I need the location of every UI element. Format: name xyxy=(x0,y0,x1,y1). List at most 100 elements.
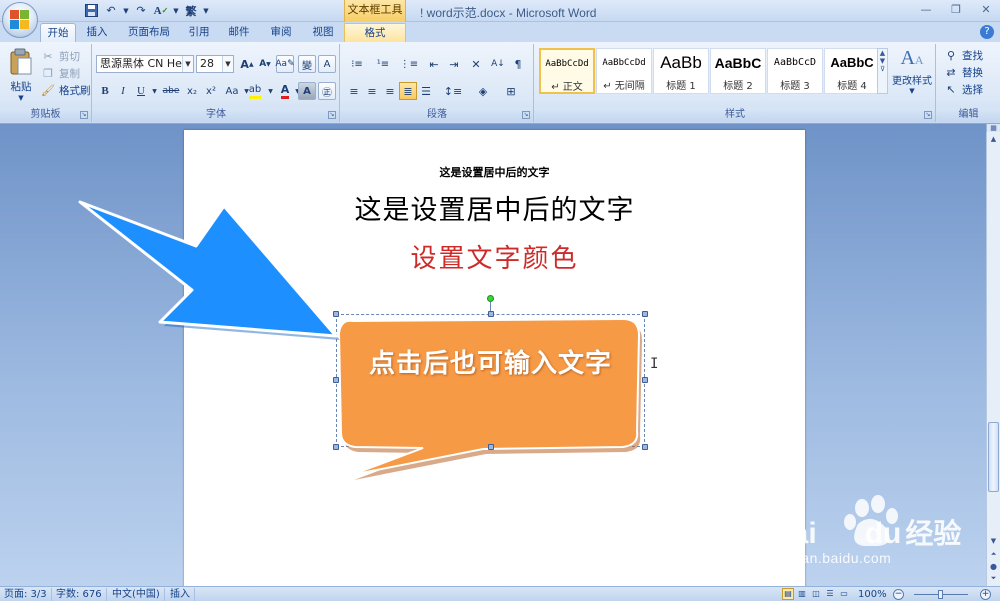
multilevel-list-button[interactable]: ⋮≡ xyxy=(397,55,421,73)
character-shading-button[interactable]: A xyxy=(298,82,316,100)
full-screen-reading-icon[interactable]: ▥ xyxy=(796,588,808,600)
style-heading-4[interactable]: AaBbC 标题 4 xyxy=(824,48,880,94)
dialog-launcher-icon[interactable]: ↘ xyxy=(924,111,932,119)
tab-insert[interactable]: 插入 xyxy=(80,23,114,42)
tab-page-layout[interactable]: 页面布局 xyxy=(122,23,176,42)
replace-button[interactable]: ⇄ 替换 xyxy=(943,64,983,81)
redo-icon[interactable]: ↷ xyxy=(132,2,150,19)
view-ruler-icon[interactable]: ▦ xyxy=(986,124,1000,132)
change-styles-button[interactable]: AA 更改样式 ▼ xyxy=(891,46,933,104)
word-count[interactable]: 字数: 676 xyxy=(52,588,107,601)
zoom-level[interactable]: 100% xyxy=(858,588,887,601)
select-browse-object-icon[interactable]: ● xyxy=(987,562,1000,574)
style-normal[interactable]: AaBbCcDd ↵ 正文 xyxy=(539,48,595,94)
page-count[interactable]: 页面: 3/3 xyxy=(0,588,52,601)
help-icon[interactable]: ? xyxy=(980,25,994,39)
next-page-icon[interactable]: ⏷ xyxy=(987,574,1000,586)
italic-button[interactable]: I xyxy=(114,82,132,100)
superscript-button[interactable]: x² xyxy=(202,82,220,100)
highlight-button[interactable]: ab xyxy=(244,82,266,100)
clear-formatting-button[interactable]: Aa✎ xyxy=(275,55,295,73)
restore-icon[interactable]: ❐ xyxy=(948,3,964,17)
font-size-combo[interactable]: 28 ▼ xyxy=(196,55,234,73)
align-center-button[interactable]: ≡ xyxy=(363,82,381,100)
resize-handle-w[interactable] xyxy=(333,377,339,383)
prev-page-icon[interactable]: ⏶ xyxy=(987,550,1000,562)
distributed-button[interactable]: ☰ xyxy=(417,82,435,100)
customize-qat-icon[interactable]: ▼ xyxy=(202,2,210,19)
resize-handle-ne[interactable] xyxy=(642,311,648,317)
office-button[interactable] xyxy=(2,2,38,38)
font-name-combo[interactable]: 思源黑体 CN Heavy ▼ xyxy=(96,55,194,73)
paste-button[interactable]: 粘贴 ▼ xyxy=(6,48,36,102)
insert-mode[interactable]: 插入 xyxy=(166,588,195,601)
style-no-spacing[interactable]: AaBbCcDd ↵ 无间隔 xyxy=(596,48,652,94)
dropdown-arrow-icon[interactable]: ▼ xyxy=(122,2,130,19)
find-button[interactable]: ⚲ 查找 xyxy=(943,47,983,64)
resize-handle-se[interactable] xyxy=(642,444,648,450)
gallery-scroll-buttons[interactable]: ▲ ▼ ⊽ xyxy=(877,48,888,94)
underline-button[interactable]: U xyxy=(132,82,150,100)
save-icon[interactable] xyxy=(82,2,100,19)
sort-button[interactable]: A↓ xyxy=(489,55,507,73)
style-heading-3[interactable]: AaBbCcD 标题 3 xyxy=(767,48,823,94)
borders-button[interactable]: ⊞ xyxy=(499,82,523,100)
cut-button[interactable]: ✂ 剪切 xyxy=(40,48,80,65)
scroll-down-icon[interactable]: ▼ xyxy=(987,534,1000,548)
select-button[interactable]: ↖ 选择 xyxy=(943,81,983,98)
tab-mailings[interactable]: 邮件 xyxy=(222,23,256,42)
dropdown-arrow-icon[interactable]: ▼ xyxy=(182,56,193,72)
zoom-in-icon[interactable]: + xyxy=(980,589,991,600)
shading-button[interactable]: ◈ xyxy=(471,82,495,100)
scrollbar-thumb[interactable] xyxy=(988,422,999,492)
subscript-button[interactable]: x₂ xyxy=(183,82,201,100)
enclose-characters-button[interactable]: ㊣ xyxy=(318,82,336,100)
spelling-icon[interactable]: A ✓ xyxy=(152,2,170,19)
justify-button[interactable]: ≣ xyxy=(399,82,417,100)
increase-indent-button[interactable]: ⇥ xyxy=(445,55,463,73)
draft-icon[interactable]: ▭ xyxy=(838,588,850,600)
font-color-button[interactable]: A xyxy=(276,82,294,100)
web-layout-icon[interactable]: ◫ xyxy=(810,588,822,600)
phonetic-guide-button[interactable]: 變 xyxy=(298,55,316,73)
decrease-indent-button[interactable]: ⇤ xyxy=(425,55,443,73)
shrink-font-button[interactable]: A ▼ xyxy=(256,55,274,73)
grow-font-button[interactable]: A ▲ xyxy=(238,55,256,73)
resize-handle-n[interactable] xyxy=(488,311,494,317)
undo-icon[interactable]: ↶ xyxy=(102,2,120,19)
align-right-button[interactable]: ≡ xyxy=(381,82,399,100)
dialog-launcher-icon[interactable]: ↘ xyxy=(80,111,88,119)
style-heading-2[interactable]: AaBbC 标题 2 xyxy=(710,48,766,94)
resize-handle-sw[interactable] xyxy=(333,444,339,450)
bullets-button[interactable]: ⁝≡ xyxy=(345,55,369,73)
scroll-up-icon[interactable]: ▲ xyxy=(987,132,1000,146)
dialog-launcher-icon[interactable]: ↘ xyxy=(522,111,530,119)
resize-handle-s[interactable] xyxy=(488,444,494,450)
copy-button[interactable]: ❐ 复制 xyxy=(40,65,80,82)
format-painter-button[interactable]: 🖌 格式刷 xyxy=(40,82,90,99)
tab-home[interactable]: 开始 xyxy=(40,23,76,42)
traditional-chinese-icon[interactable]: 繁 xyxy=(182,2,200,19)
tab-format[interactable]: 格式 xyxy=(344,23,406,42)
strikethrough-button[interactable]: abe xyxy=(160,82,182,100)
zoom-thumb[interactable] xyxy=(938,590,943,599)
minimize-icon[interactable]: — xyxy=(918,3,934,17)
dropdown-arrow-icon[interactable]: ▼ xyxy=(266,82,275,100)
outline-icon[interactable]: ☰ xyxy=(824,588,836,600)
dropdown-arrow-icon[interactable]: ▼ xyxy=(150,82,159,100)
dropdown-arrow-icon[interactable]: ▼ xyxy=(222,56,233,72)
centered-text-small[interactable]: 这是设置居中后的文字 xyxy=(184,164,805,180)
style-heading-1[interactable]: AaBb 标题 1 xyxy=(653,48,709,94)
show-formatting-button[interactable]: ¶ xyxy=(509,55,527,73)
line-spacing-button[interactable]: ↕≡ xyxy=(441,82,465,100)
tab-view[interactable]: 视图 xyxy=(306,23,340,42)
dialog-launcher-icon[interactable]: ↘ xyxy=(328,111,336,119)
zoom-out-icon[interactable]: − xyxy=(893,589,904,600)
vertical-scrollbar[interactable]: ▲ ▼ ⏶ ● ⏷ xyxy=(986,132,1000,586)
align-left-button[interactable]: ≡ xyxy=(345,82,363,100)
tab-references[interactable]: 引用 xyxy=(182,23,216,42)
character-border-button[interactable]: A xyxy=(318,55,336,73)
dropdown-arrow-icon[interactable]: ▼ xyxy=(172,2,180,19)
asian-layout-button[interactable]: ✕ xyxy=(465,55,487,73)
resize-handle-e[interactable] xyxy=(642,377,648,383)
